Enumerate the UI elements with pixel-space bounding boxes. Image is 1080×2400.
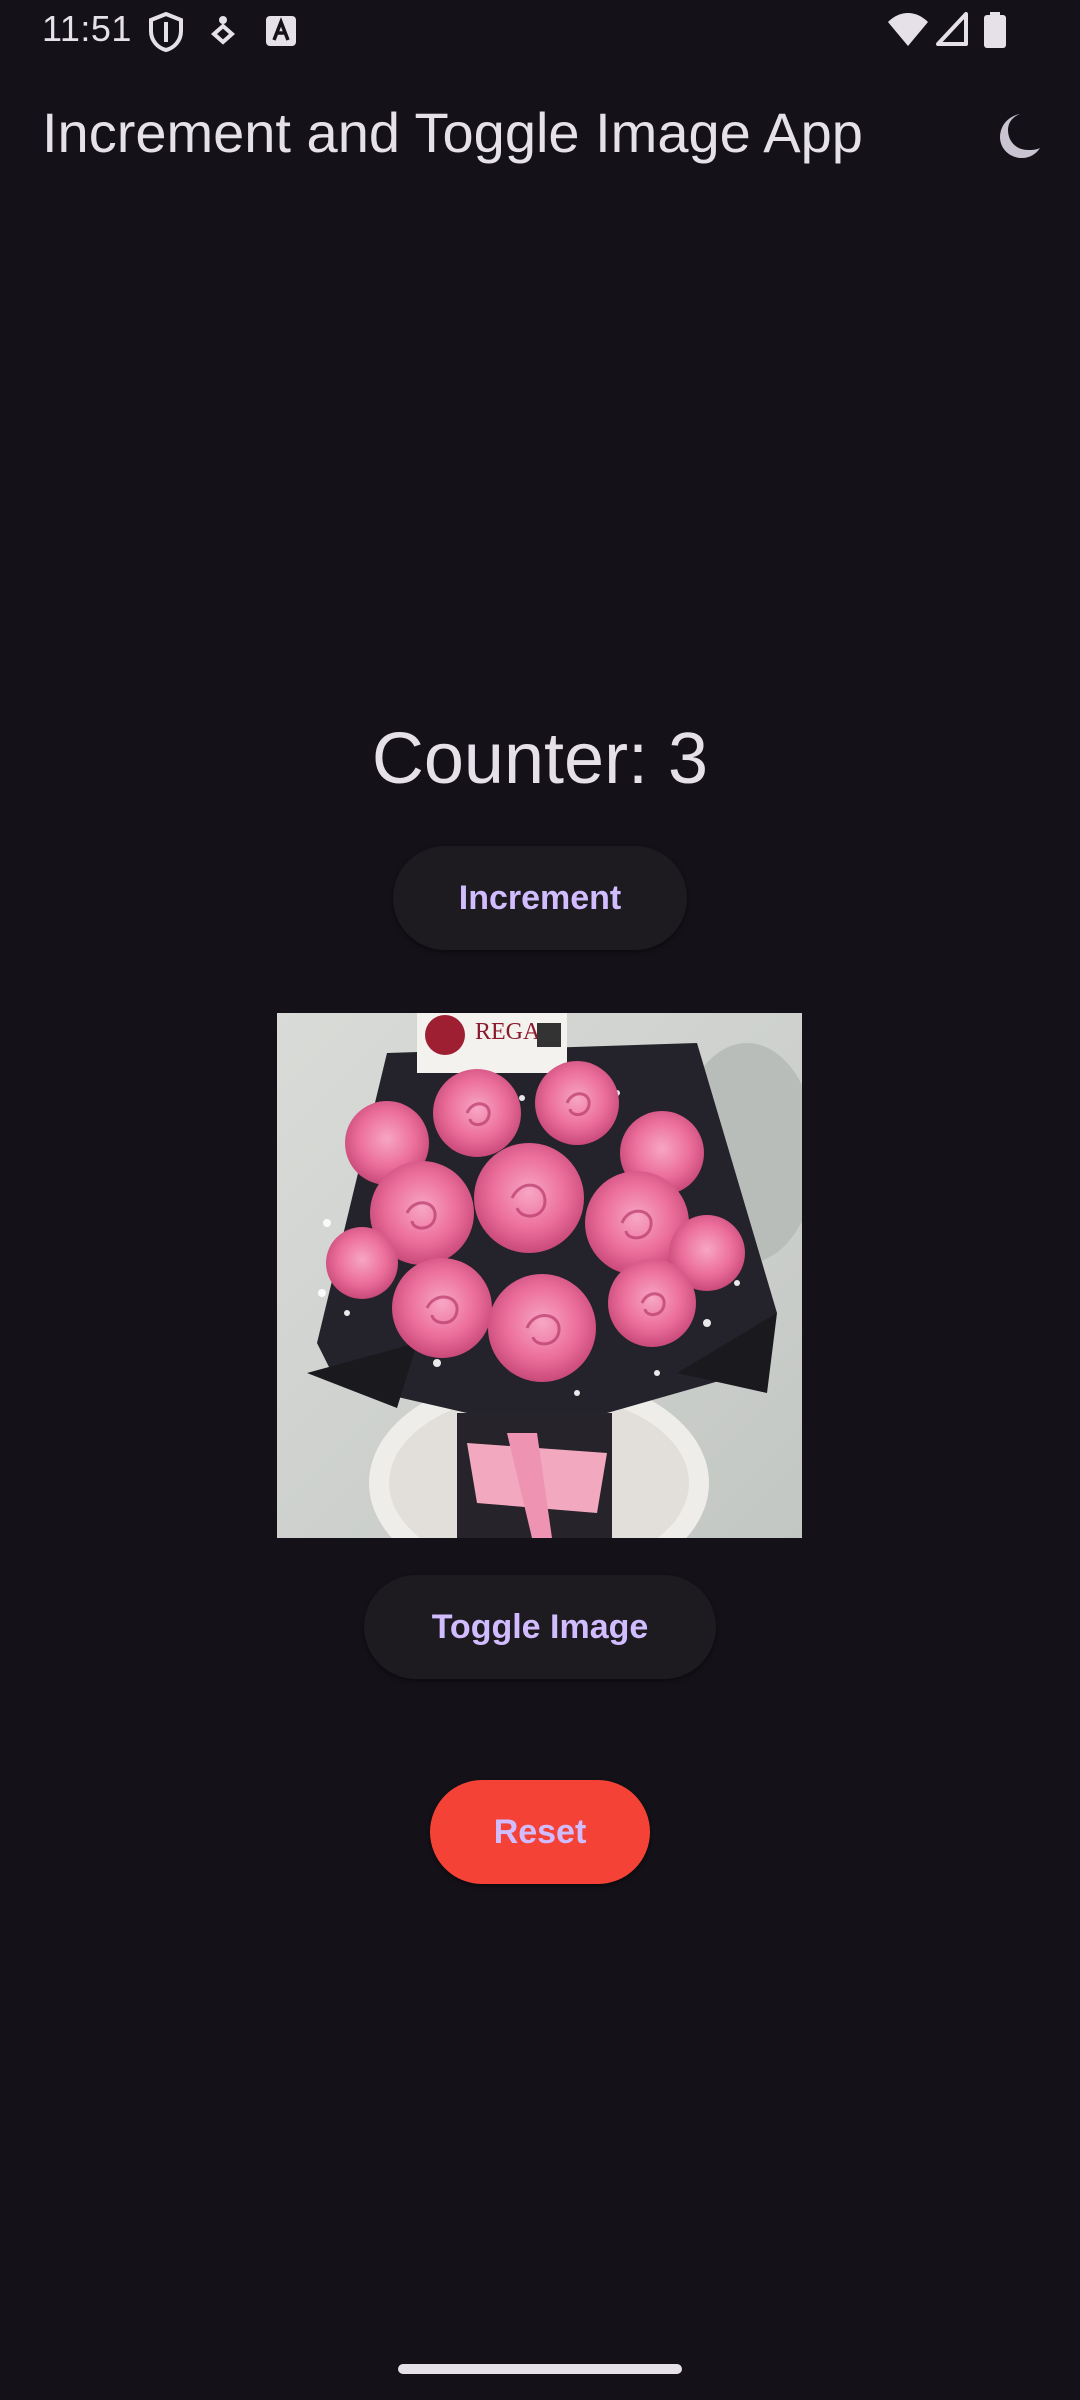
app-title: Increment and Toggle Image App [42, 101, 863, 164]
wifi-icon [888, 13, 928, 46]
battery-icon [984, 12, 1006, 48]
cell-signal-icon [936, 12, 968, 46]
toggle-image-button[interactable]: Toggle Image [364, 1575, 716, 1679]
home-indicator[interactable] [398, 2364, 682, 2374]
reset-button[interactable]: Reset [430, 1780, 650, 1884]
app-screen: 11:51 Increment and Toggle Image App Cou… [0, 0, 1080, 2400]
theme-toggle-button[interactable] [980, 100, 1052, 172]
flower-image: REGAL [277, 1013, 802, 1538]
counter-text: Counter: 3 [371, 719, 709, 799]
increment-button[interactable]: Increment [393, 846, 687, 950]
accessibility-icon [210, 16, 236, 45]
keyboard-a-icon [266, 16, 296, 46]
rose-bouquet-picture: REGAL [277, 1013, 802, 1538]
status-time: 11:51 [42, 8, 132, 49]
app-bar: Increment and Toggle Image App [0, 70, 1080, 200]
status-bar: 11:51 [0, 0, 1080, 60]
moon-icon [1000, 114, 1040, 158]
shield-icon [149, 12, 183, 52]
